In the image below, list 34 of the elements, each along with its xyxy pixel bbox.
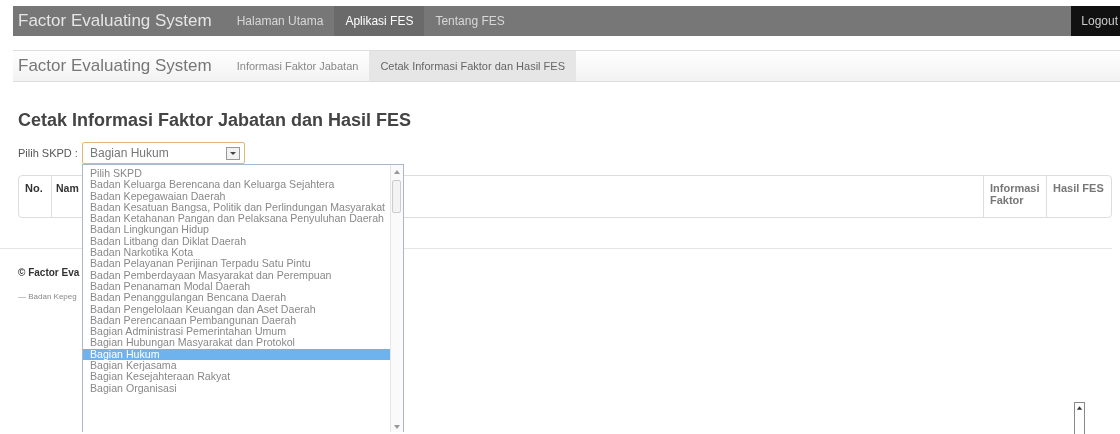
dropdown-option[interactable]: Bagian Hubungan Masyarakat dan Protokol xyxy=(83,337,390,349)
column-header: Informasi Faktor xyxy=(983,176,1046,217)
dropdown-option[interactable]: Badan Perencanaan Pembangunan Daerah xyxy=(83,314,390,327)
select-field[interactable]: Bagian Hukum xyxy=(82,142,245,164)
dropdown-option[interactable]: Badan Litbang dan Diklat Daerah xyxy=(83,235,390,248)
column-header: No. xyxy=(24,181,44,196)
dropdown-option[interactable]: Badan Kesatuan Bangsa, Politik dan Perlindungan Masyarakat xyxy=(83,201,390,214)
dropdown-option[interactable]: Badan Lingkungan Hidup xyxy=(83,224,390,236)
dropdown-option[interactable]: Bagian Hukum xyxy=(83,348,390,361)
brand-title[interactable]: Factor Evaluating System xyxy=(13,6,226,36)
copyright-text: © Factor Eva xyxy=(18,267,80,278)
nav-tab[interactable]: Halaman Utama xyxy=(225,6,335,36)
dropdown-option[interactable]: Badan Penanaman Modal Daerah xyxy=(83,280,390,293)
nav-tab[interactable]: Tentang FES xyxy=(424,6,516,36)
nav-tab[interactable]: Cetak Informasi Faktor dan Hasil FES xyxy=(369,51,576,81)
nav-tab[interactable]: Informasi Faktor Jabatan xyxy=(225,51,370,81)
column-header: Hasil FES xyxy=(1046,176,1111,217)
dropdown-option[interactable]: Badan Narkotika Kota xyxy=(83,247,390,259)
nav-tab[interactable]: Aplikasi FES xyxy=(334,6,425,36)
brand-title[interactable]: Factor Evaluating System xyxy=(13,51,226,81)
dropdown-option[interactable]: Bagian Kerjasama xyxy=(83,360,390,372)
dropdown-option[interactable]: Bagian Administrasi Pemerintahan Umum xyxy=(83,326,390,338)
dropdown-option[interactable]: Badan Keluarga Berencana dan Keluarga Sejahtera xyxy=(83,179,390,191)
dropdown-option[interactable]: Badan Kepegawaian Daerah xyxy=(83,190,390,202)
dropdown-option[interactable]: Badan Pemberdayaan Masyarakat dan Perempuan xyxy=(83,269,390,281)
page-heading: Cetak Informasi Faktor Jabatan dan Hasil FES xyxy=(18,110,413,132)
field-label: Pilih SKPD : xyxy=(18,147,79,159)
dropdown-option[interactable]: Badan Penanggulangan Bencana Daerah xyxy=(83,292,390,304)
dropdown-option[interactable]: Badan Pelayanan Perijinan Terpadu Satu Pintu xyxy=(83,258,390,270)
dropdown-option[interactable]: Bagian Organisasi xyxy=(83,382,390,394)
footer-note: — Badan Kepeg xyxy=(18,292,77,301)
dropdown-option[interactable]: Bagian Kesejahteraan Rakyat xyxy=(83,371,390,383)
dropdown-option[interactable]: Badan Pengelolaan Keuangan dan Aset Daerah xyxy=(83,303,390,315)
logout-button[interactable]: Logout xyxy=(1071,6,1120,36)
